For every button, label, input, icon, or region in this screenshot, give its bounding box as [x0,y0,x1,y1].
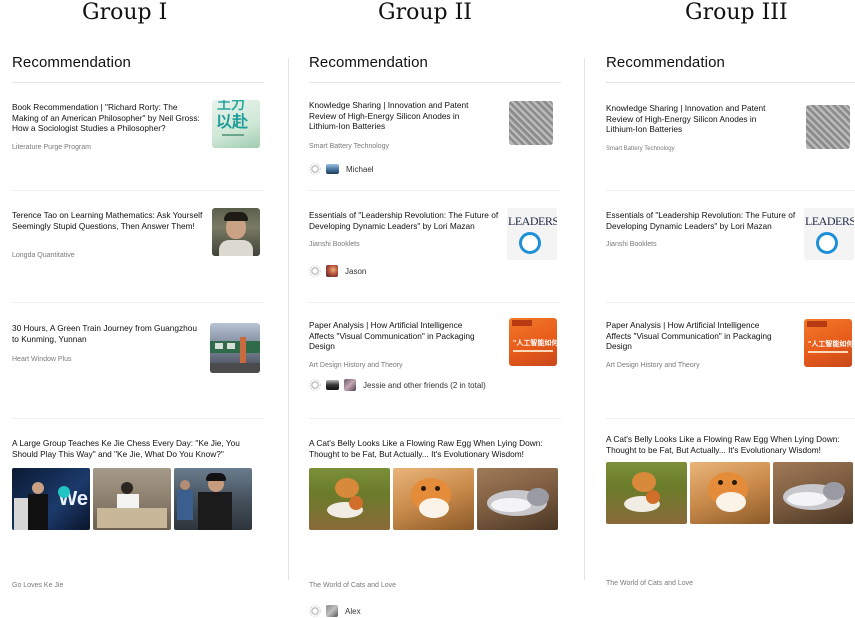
friend-name: Jessie and other friends (2 in total) [363,380,486,390]
article-image [477,468,558,530]
friend-name: Alex [345,606,361,616]
avatar [344,379,356,391]
article-image: We [12,468,90,530]
article-image [309,468,390,530]
group-title-1: Group I [82,0,168,25]
divider [606,302,855,303]
group-title-3: Group III [685,0,788,25]
article-title[interactable]: A Cat's Belly Looks Like a Flowing Raw E… [309,438,559,459]
article-source: Art Design History and Theory [606,362,700,369]
article-source: Literature Purge Program [12,144,91,151]
column-separator [584,58,585,580]
recommendation-panel-2: Recommendation Knowledge Sharing | Innov… [309,40,561,617]
article-source: Heart Window Plus [12,356,72,363]
divider [309,302,561,303]
article-source: The World of Cats and Love [309,582,397,589]
article-title[interactable]: A Cat's Belly Looks Like a Flowing Raw E… [606,434,855,455]
article-source: Longda Quantitative [12,252,75,259]
article-title[interactable]: Paper Analysis | How Artificial Intellig… [606,320,786,352]
article-thumbnail [806,105,850,149]
article-image [174,468,252,530]
divider [12,302,264,303]
gear-icon[interactable] [309,605,321,617]
article-image [690,462,770,524]
gear-icon[interactable] [309,265,321,277]
divider [309,82,561,83]
friend-name: Jason [345,266,367,276]
article-source: Smart Battery Technology [309,143,390,150]
panel-title: Recommendation [606,54,725,71]
article-title[interactable]: Essentials of "Leadership Revolution: Th… [606,210,798,231]
article-title[interactable]: Knowledge Sharing | Innovation and Paten… [309,100,489,132]
article-image-row: We [12,468,252,530]
divider [12,418,264,419]
article-title[interactable]: Knowledge Sharing | Innovation and Paten… [606,103,786,135]
article-thumbnail: "人工智能如何 [509,318,557,366]
article-title[interactable]: A Large Group Teaches Ke Jie Chess Every… [12,438,252,459]
recommendation-panel-3: Recommendation Knowledge Sharing | Innov… [606,40,855,587]
divider [12,82,264,83]
article-title[interactable]: Terence Tao on Learning Mathematics: Ask… [12,210,204,231]
article-thumbnail: LEADERSHIP [507,208,557,260]
article-image-row [309,468,558,530]
avatar [326,380,339,390]
article-title[interactable]: Essentials of "Leadership Revolution: Th… [309,210,501,231]
divider [309,190,561,191]
friends-liked[interactable]: Michael [309,162,374,176]
divider [606,82,855,83]
avatar [326,605,338,617]
article-image [93,468,171,530]
friends-liked[interactable]: Jason [309,264,366,278]
divider [606,190,855,191]
article-image [393,468,474,530]
group-title-2: Group II [378,0,472,25]
friends-liked[interactable]: Jessie and other friends (2 in total) [309,378,486,392]
article-thumbnail [212,208,260,256]
article-source: Smart Battery Technology [606,146,675,152]
article-title[interactable]: Paper Analysis | How Artificial Intellig… [309,320,489,352]
panel-title: Recommendation [309,54,428,71]
panel-title: Recommendation [12,54,131,71]
article-thumbnail [210,323,260,373]
article-source: Jianshi Booklets [606,241,657,248]
article-source: The World of Cats and Love [606,580,694,587]
avatar [326,265,338,277]
article-image [773,462,853,524]
gear-icon[interactable] [309,163,321,175]
column-separator [288,58,289,580]
divider [12,190,264,191]
divider [606,418,855,419]
article-thumbnail: LEADERSHIP [804,208,854,260]
avatar [326,164,339,174]
article-image [606,462,687,524]
friend-name: Michael [346,164,374,174]
article-title[interactable]: Book Recommendation | "Richard Rorty: Th… [12,102,204,134]
gear-icon[interactable] [309,379,321,391]
article-source: Art Design History and Theory [309,362,403,369]
recommendation-panel-1: Recommendation Book Recommendation | "Ri… [12,40,264,589]
article-thumbnail: 土力 以赴 [212,100,260,148]
article-thumbnail [509,101,553,145]
divider [309,418,561,419]
article-thumbnail: "人工智能如何 [804,319,852,367]
article-source: Go Loves Ke Jie [12,582,64,589]
article-image-row [606,462,853,524]
friends-liked[interactable]: Alex [309,604,361,618]
article-title[interactable]: 30 Hours, A Green Train Journey from Gua… [12,323,204,344]
article-source: Jianshi Booklets [309,241,360,248]
